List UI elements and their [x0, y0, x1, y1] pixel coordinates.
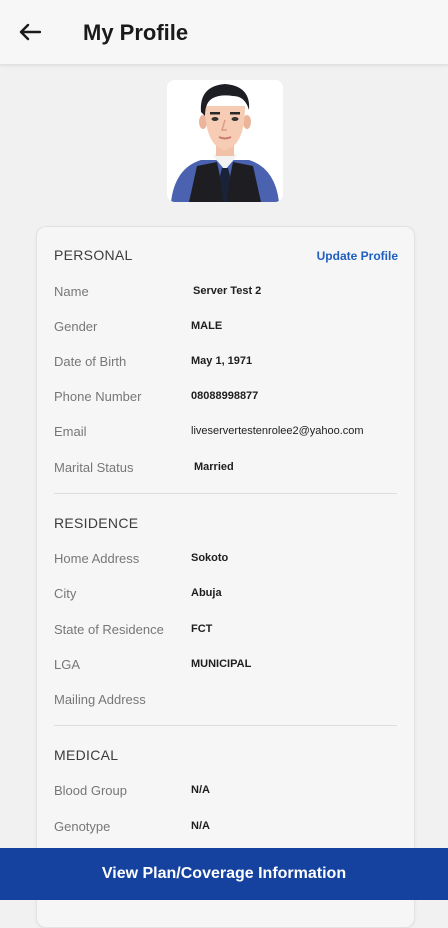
value-date-of-birth: May 1, 1971: [191, 355, 253, 367]
label-email: Email: [54, 424, 87, 439]
value-phone-number: 08088998877: [191, 390, 259, 402]
value-blood-group: N/A: [191, 784, 210, 796]
value-email: liveservertestenrolee2@yahoo.com: [191, 425, 364, 437]
back-button[interactable]: [14, 18, 46, 46]
page-title: My Profile: [83, 20, 189, 45]
profile-avatar: [167, 80, 283, 202]
label-genotype: Genotype: [54, 819, 111, 834]
label-phone-number: Phone Number: [54, 389, 142, 404]
person-avatar-illustration: [167, 80, 283, 202]
label-blood-group: Blood Group: [54, 783, 127, 798]
section-title-personal: PERSONAL: [54, 247, 133, 263]
value-city: Abuja: [191, 587, 222, 599]
app-bar: My Profile: [0, 0, 448, 65]
section-title-residence: RESIDENCE: [54, 515, 139, 531]
value-genotype: N/A: [191, 820, 210, 832]
label-date-of-birth: Date of Birth: [54, 354, 127, 369]
label-state-of-residence: State of Residence: [54, 622, 164, 637]
arrow-left-icon: [19, 23, 41, 41]
value-gender: MALE: [191, 320, 223, 332]
view-plan-coverage-button[interactable]: View Plan/Coverage Information: [0, 848, 448, 900]
section-divider: [54, 493, 397, 494]
label-mailing-address: Mailing Address: [54, 692, 146, 707]
value-name: Server Test 2: [193, 285, 262, 297]
value-marital-status: Married: [194, 461, 234, 473]
update-profile-link[interactable]: Update Profile: [317, 249, 398, 263]
label-gender: Gender: [54, 319, 98, 334]
label-name: Name: [54, 284, 89, 299]
label-lga: LGA: [54, 657, 81, 672]
value-home-address: Sokoto: [191, 552, 229, 564]
profile-card: PERSONAL Update Profile Name Server Test…: [36, 226, 415, 928]
label-marital-status: Marital Status: [54, 460, 134, 475]
value-lga: MUNICIPAL: [191, 658, 252, 670]
section-divider: [54, 725, 397, 726]
value-state-of-residence: FCT: [191, 623, 213, 635]
section-title-medical: MEDICAL: [54, 747, 119, 763]
label-home-address: Home Address: [54, 551, 140, 566]
label-city: City: [54, 586, 77, 601]
